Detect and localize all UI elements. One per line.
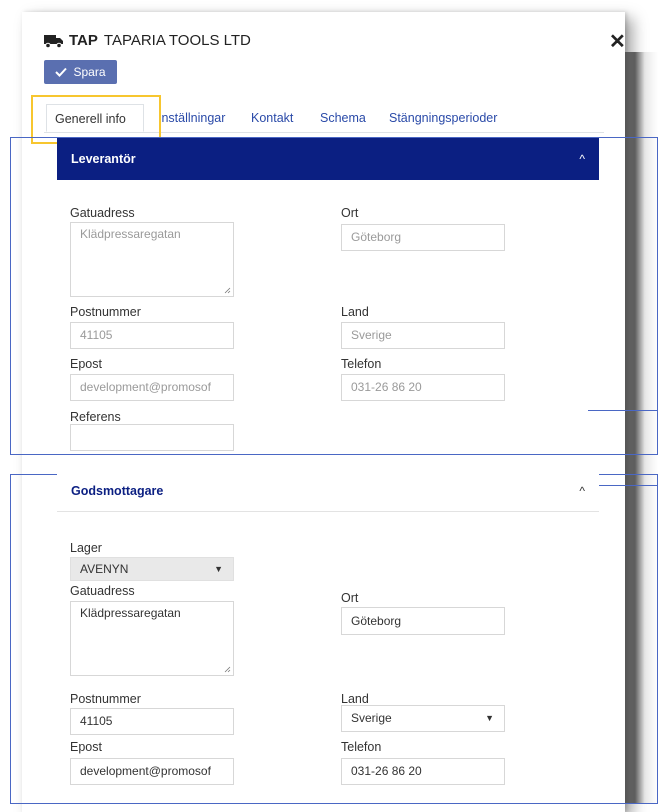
email-field[interactable]: development@promosof (70, 758, 234, 785)
warehouse-select[interactable]: AVENYN ▼ (70, 557, 234, 581)
reference-field[interactable] (70, 424, 234, 451)
tab-label: Stängningsperioder (389, 111, 498, 125)
street-value: Klädpressaregatan (80, 606, 181, 620)
postal-field[interactable]: 41105 (70, 708, 234, 735)
phone-label: Telefon (341, 357, 382, 371)
reference-label: Referens (70, 410, 121, 424)
caret-down-icon: ▼ (485, 713, 494, 723)
country-field[interactable]: Sverige (341, 322, 505, 349)
email-field[interactable]: development@promosof (70, 374, 234, 401)
country-select[interactable]: Sverige ▼ (341, 705, 505, 732)
country-label: Land (341, 305, 369, 319)
truck-icon (44, 34, 63, 48)
warehouse-value: AVENYN (80, 562, 129, 576)
tab-label: Kontakt (251, 111, 294, 125)
email-label: Epost (70, 357, 102, 371)
supplier-name: TAPARIA TOOLS LTD (103, 32, 251, 49)
tab-label: Inställningar (158, 111, 226, 125)
city-label: Ort (341, 591, 359, 605)
postal-field[interactable]: 41105 (70, 322, 234, 349)
annotation-line (588, 410, 658, 411)
caret-down-icon: ▼ (214, 564, 223, 574)
save-button[interactable]: Spara (44, 60, 117, 84)
save-button-label: Spara (73, 65, 106, 79)
section-title: Leverantör (71, 152, 136, 166)
country-label: Land (341, 692, 369, 706)
dialog-title: TAP TAPARIA TOOLS LTD (44, 32, 251, 49)
country-value: Sverige (351, 711, 392, 725)
chevron-up-icon[interactable]: ^ (579, 152, 585, 166)
tab-closing-periods[interactable]: Stängningsperioder (389, 104, 497, 132)
tab-settings[interactable]: Inställningar (158, 104, 225, 132)
consignee-section-header[interactable]: Godsmottagare ^ (57, 470, 599, 512)
supplier-code: TAP (69, 32, 98, 49)
street-field[interactable]: Klädpressaregatan (70, 222, 234, 297)
chevron-up-icon[interactable]: ^ (579, 484, 585, 498)
resize-handle-icon[interactable] (224, 666, 231, 673)
close-icon[interactable]: ✕ (609, 32, 626, 52)
street-field[interactable]: Klädpressaregatan (70, 601, 234, 676)
check-icon (55, 67, 68, 77)
resize-handle-icon[interactable] (224, 287, 231, 294)
warehouse-label: Lager (70, 541, 102, 555)
phone-field[interactable]: 031-26 86 20 (341, 758, 505, 785)
postal-label: Postnummer (70, 692, 141, 706)
supplier-section-header[interactable]: Leverantör ^ (57, 138, 599, 180)
city-field[interactable]: Göteborg (341, 607, 505, 635)
street-label: Gatuadress (70, 584, 135, 598)
city-field[interactable]: Göteborg (341, 224, 505, 251)
tab-label: Schema (320, 111, 366, 125)
email-label: Epost (70, 740, 102, 754)
postal-label: Postnummer (70, 305, 141, 319)
backdrop-shade-top (625, 12, 658, 52)
street-label: Gatuadress (70, 206, 135, 220)
phone-field[interactable]: 031-26 86 20 (341, 374, 505, 401)
city-label: Ort (341, 206, 359, 220)
section-title: Godsmottagare (71, 483, 164, 498)
street-value: Klädpressaregatan (80, 227, 181, 241)
phone-label: Telefon (341, 740, 382, 754)
tab-contact[interactable]: Kontakt (251, 104, 293, 132)
tab-schedule[interactable]: Schema (320, 104, 366, 132)
